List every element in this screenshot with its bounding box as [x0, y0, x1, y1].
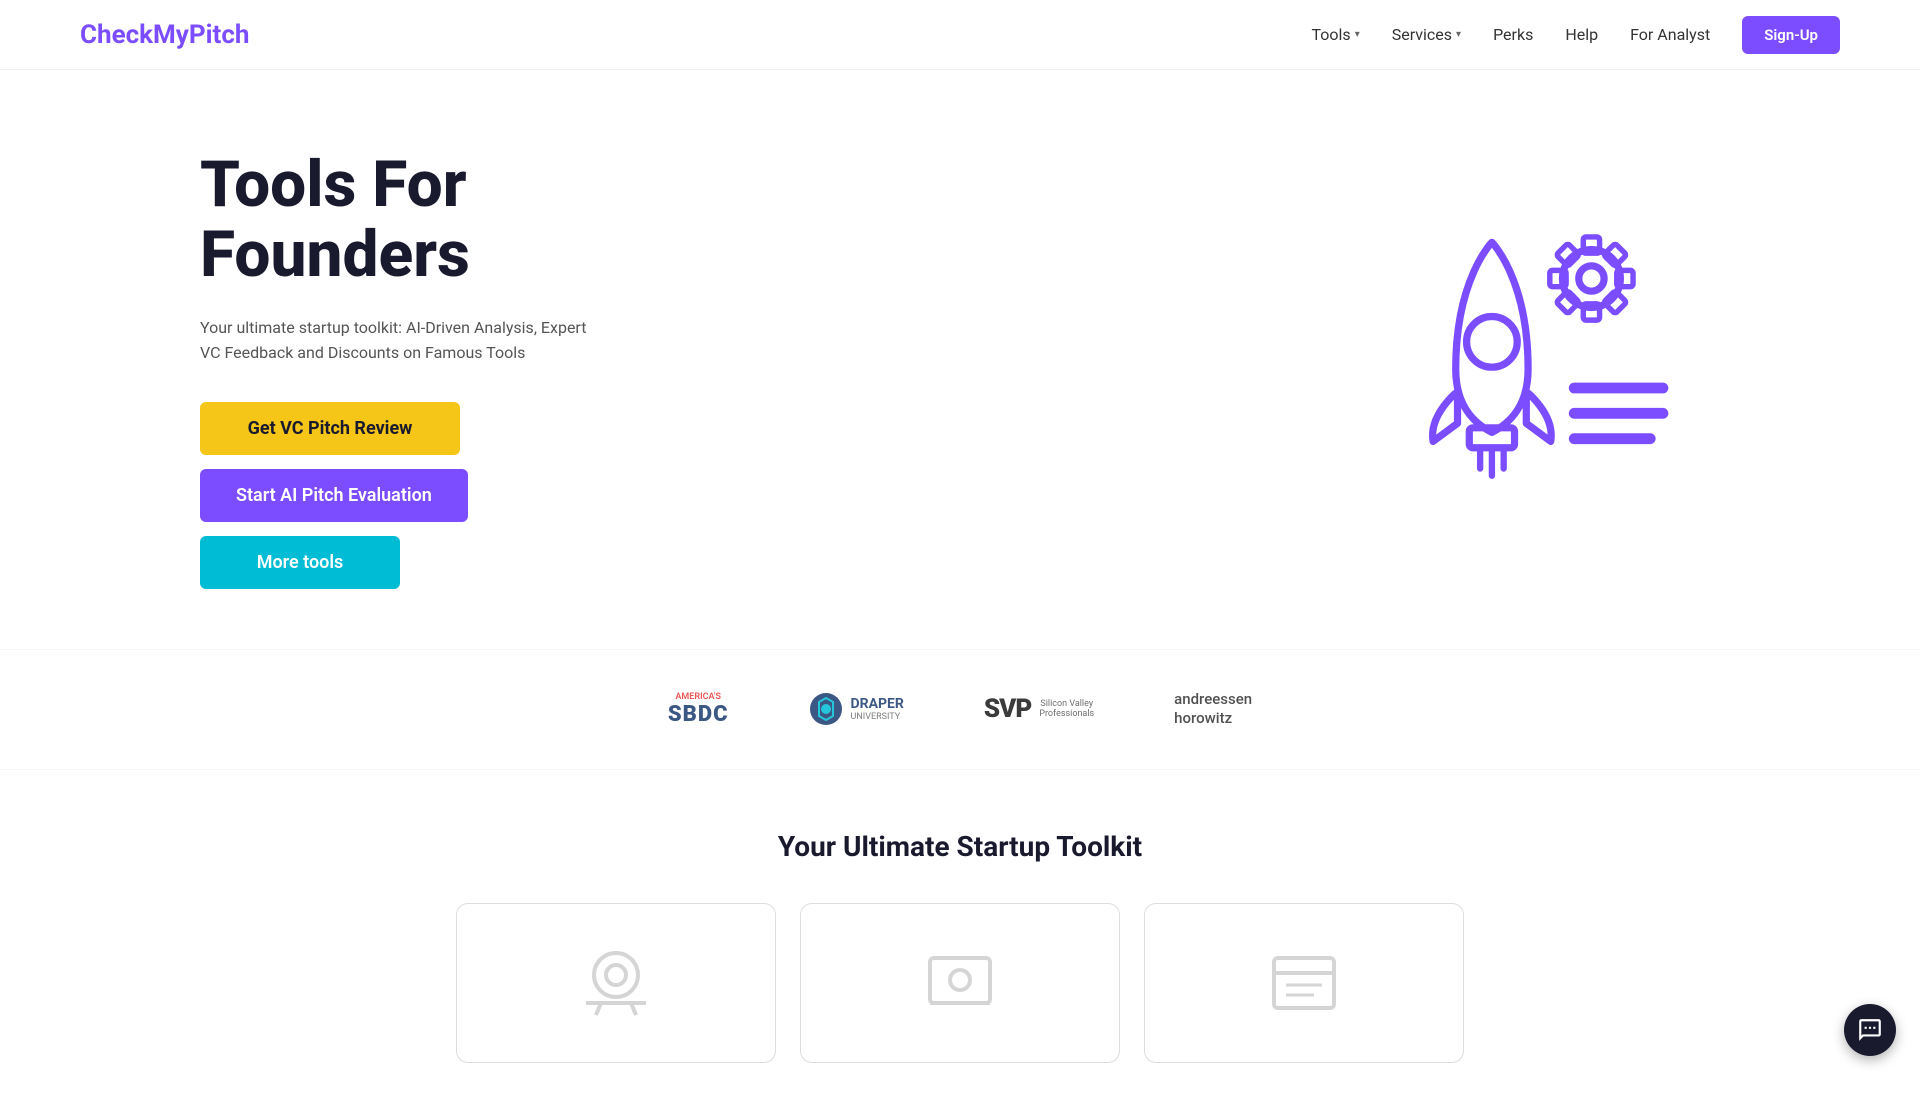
toolkit-card-icon-3 — [1264, 943, 1344, 1023]
partner-svp: SVP Silicon ValleyProfessionals — [984, 694, 1094, 724]
nav-perks[interactable]: Perks — [1493, 25, 1533, 44]
draper-icon — [809, 692, 843, 726]
toolkit-card-icon-2 — [920, 943, 1000, 1023]
chat-button[interactable] — [1844, 1004, 1896, 1056]
hero-rocket-gear-svg — [1320, 179, 1700, 559]
nav-analyst[interactable]: For Analyst — [1630, 25, 1710, 44]
chat-icon — [1857, 1017, 1883, 1043]
toolkit-cards — [80, 903, 1840, 1063]
chevron-down-icon: ▾ — [1355, 29, 1360, 40]
partner-andreessen-horowitz: andreessen horowitz — [1174, 690, 1252, 729]
hero-cta-buttons: Get VC Pitch Review Start AI Pitch Evalu… — [200, 402, 600, 589]
partners-section: AMERICA'S SBDC DRAPER UNIVERSITY SVP Sil… — [0, 649, 1920, 770]
toolkit-card-2 — [800, 903, 1120, 1063]
nav-tools[interactable]: Tools ▾ — [1312, 25, 1360, 44]
toolkit-card-icon-1 — [576, 943, 656, 1023]
hero-content: Tools For Founders Your ultimate startup… — [200, 150, 600, 589]
partner-draper: DRAPER UNIVERSITY — [809, 692, 904, 726]
toolkit-card-3 — [1144, 903, 1464, 1063]
nav-links: Tools ▾ Services ▾ Perks Help For Analys… — [1312, 16, 1840, 54]
signup-button[interactable]: Sign-Up — [1742, 16, 1840, 54]
navigation: CheckMyPitch Tools ▾ Services ▾ Perks He… — [0, 0, 1920, 70]
toolkit-section: Your Ultimate Startup Toolkit — [0, 770, 1920, 1103]
nav-help[interactable]: Help — [1565, 25, 1598, 44]
more-tools-button[interactable]: More tools — [200, 536, 400, 589]
vc-pitch-review-button[interactable]: Get VC Pitch Review — [200, 402, 460, 455]
partner-sbdc: AMERICA'S SBDC — [668, 692, 729, 727]
nav-services[interactable]: Services ▾ — [1392, 25, 1461, 44]
hero-title: Tools For Founders — [200, 150, 600, 291]
toolkit-card-1 — [456, 903, 776, 1063]
chevron-down-icon: ▾ — [1456, 29, 1461, 40]
hero-subtitle: Your ultimate startup toolkit: AI-Driven… — [200, 315, 600, 366]
hero-section: Tools For Founders Your ultimate startup… — [0, 70, 1920, 649]
ai-pitch-evaluation-button[interactable]: Start AI Pitch Evaluation — [200, 469, 468, 522]
hero-illustration — [1300, 179, 1720, 559]
toolkit-title: Your Ultimate Startup Toolkit — [80, 830, 1840, 863]
logo[interactable]: CheckMyPitch — [80, 20, 249, 50]
